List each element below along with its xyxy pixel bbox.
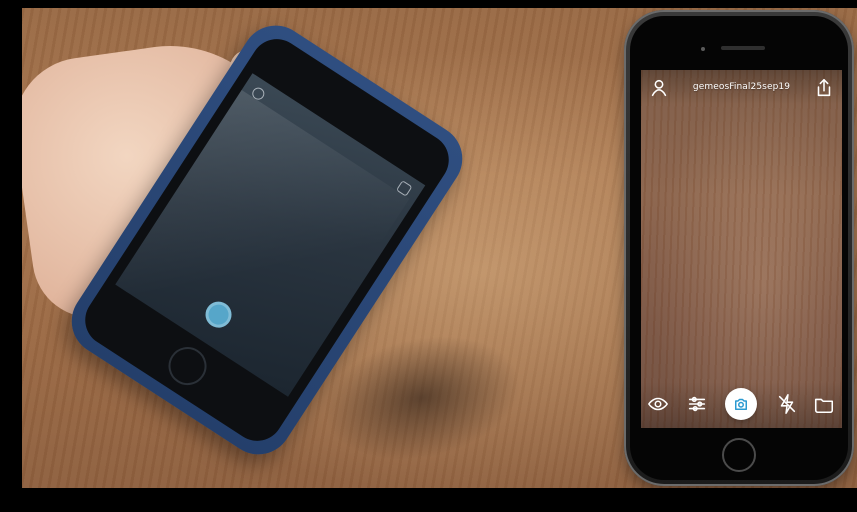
adjustments-button[interactable] <box>685 392 709 416</box>
earpiece-speaker <box>721 46 765 50</box>
share-icon <box>817 78 831 97</box>
camera-icon <box>735 398 747 410</box>
sliders-icon <box>688 396 706 412</box>
preview-toggle[interactable] <box>646 392 670 416</box>
phone-home-button[interactable] <box>722 438 756 472</box>
front-camera <box>701 47 705 51</box>
folder-icon <box>814 398 834 414</box>
gallery-button[interactable] <box>812 392 836 416</box>
flash-off-icon <box>778 394 796 414</box>
flash-button[interactable] <box>775 392 799 416</box>
eye-icon <box>648 397 668 411</box>
capture-button[interactable] <box>725 388 757 420</box>
phone-mockup: gemeosFinal25sep19 <box>624 10 854 486</box>
app-screen: gemeosFinal25sep19 <box>641 70 842 428</box>
share-button[interactable] <box>812 76 836 100</box>
video-frame: gemeosFinal25sep19 <box>0 0 857 512</box>
